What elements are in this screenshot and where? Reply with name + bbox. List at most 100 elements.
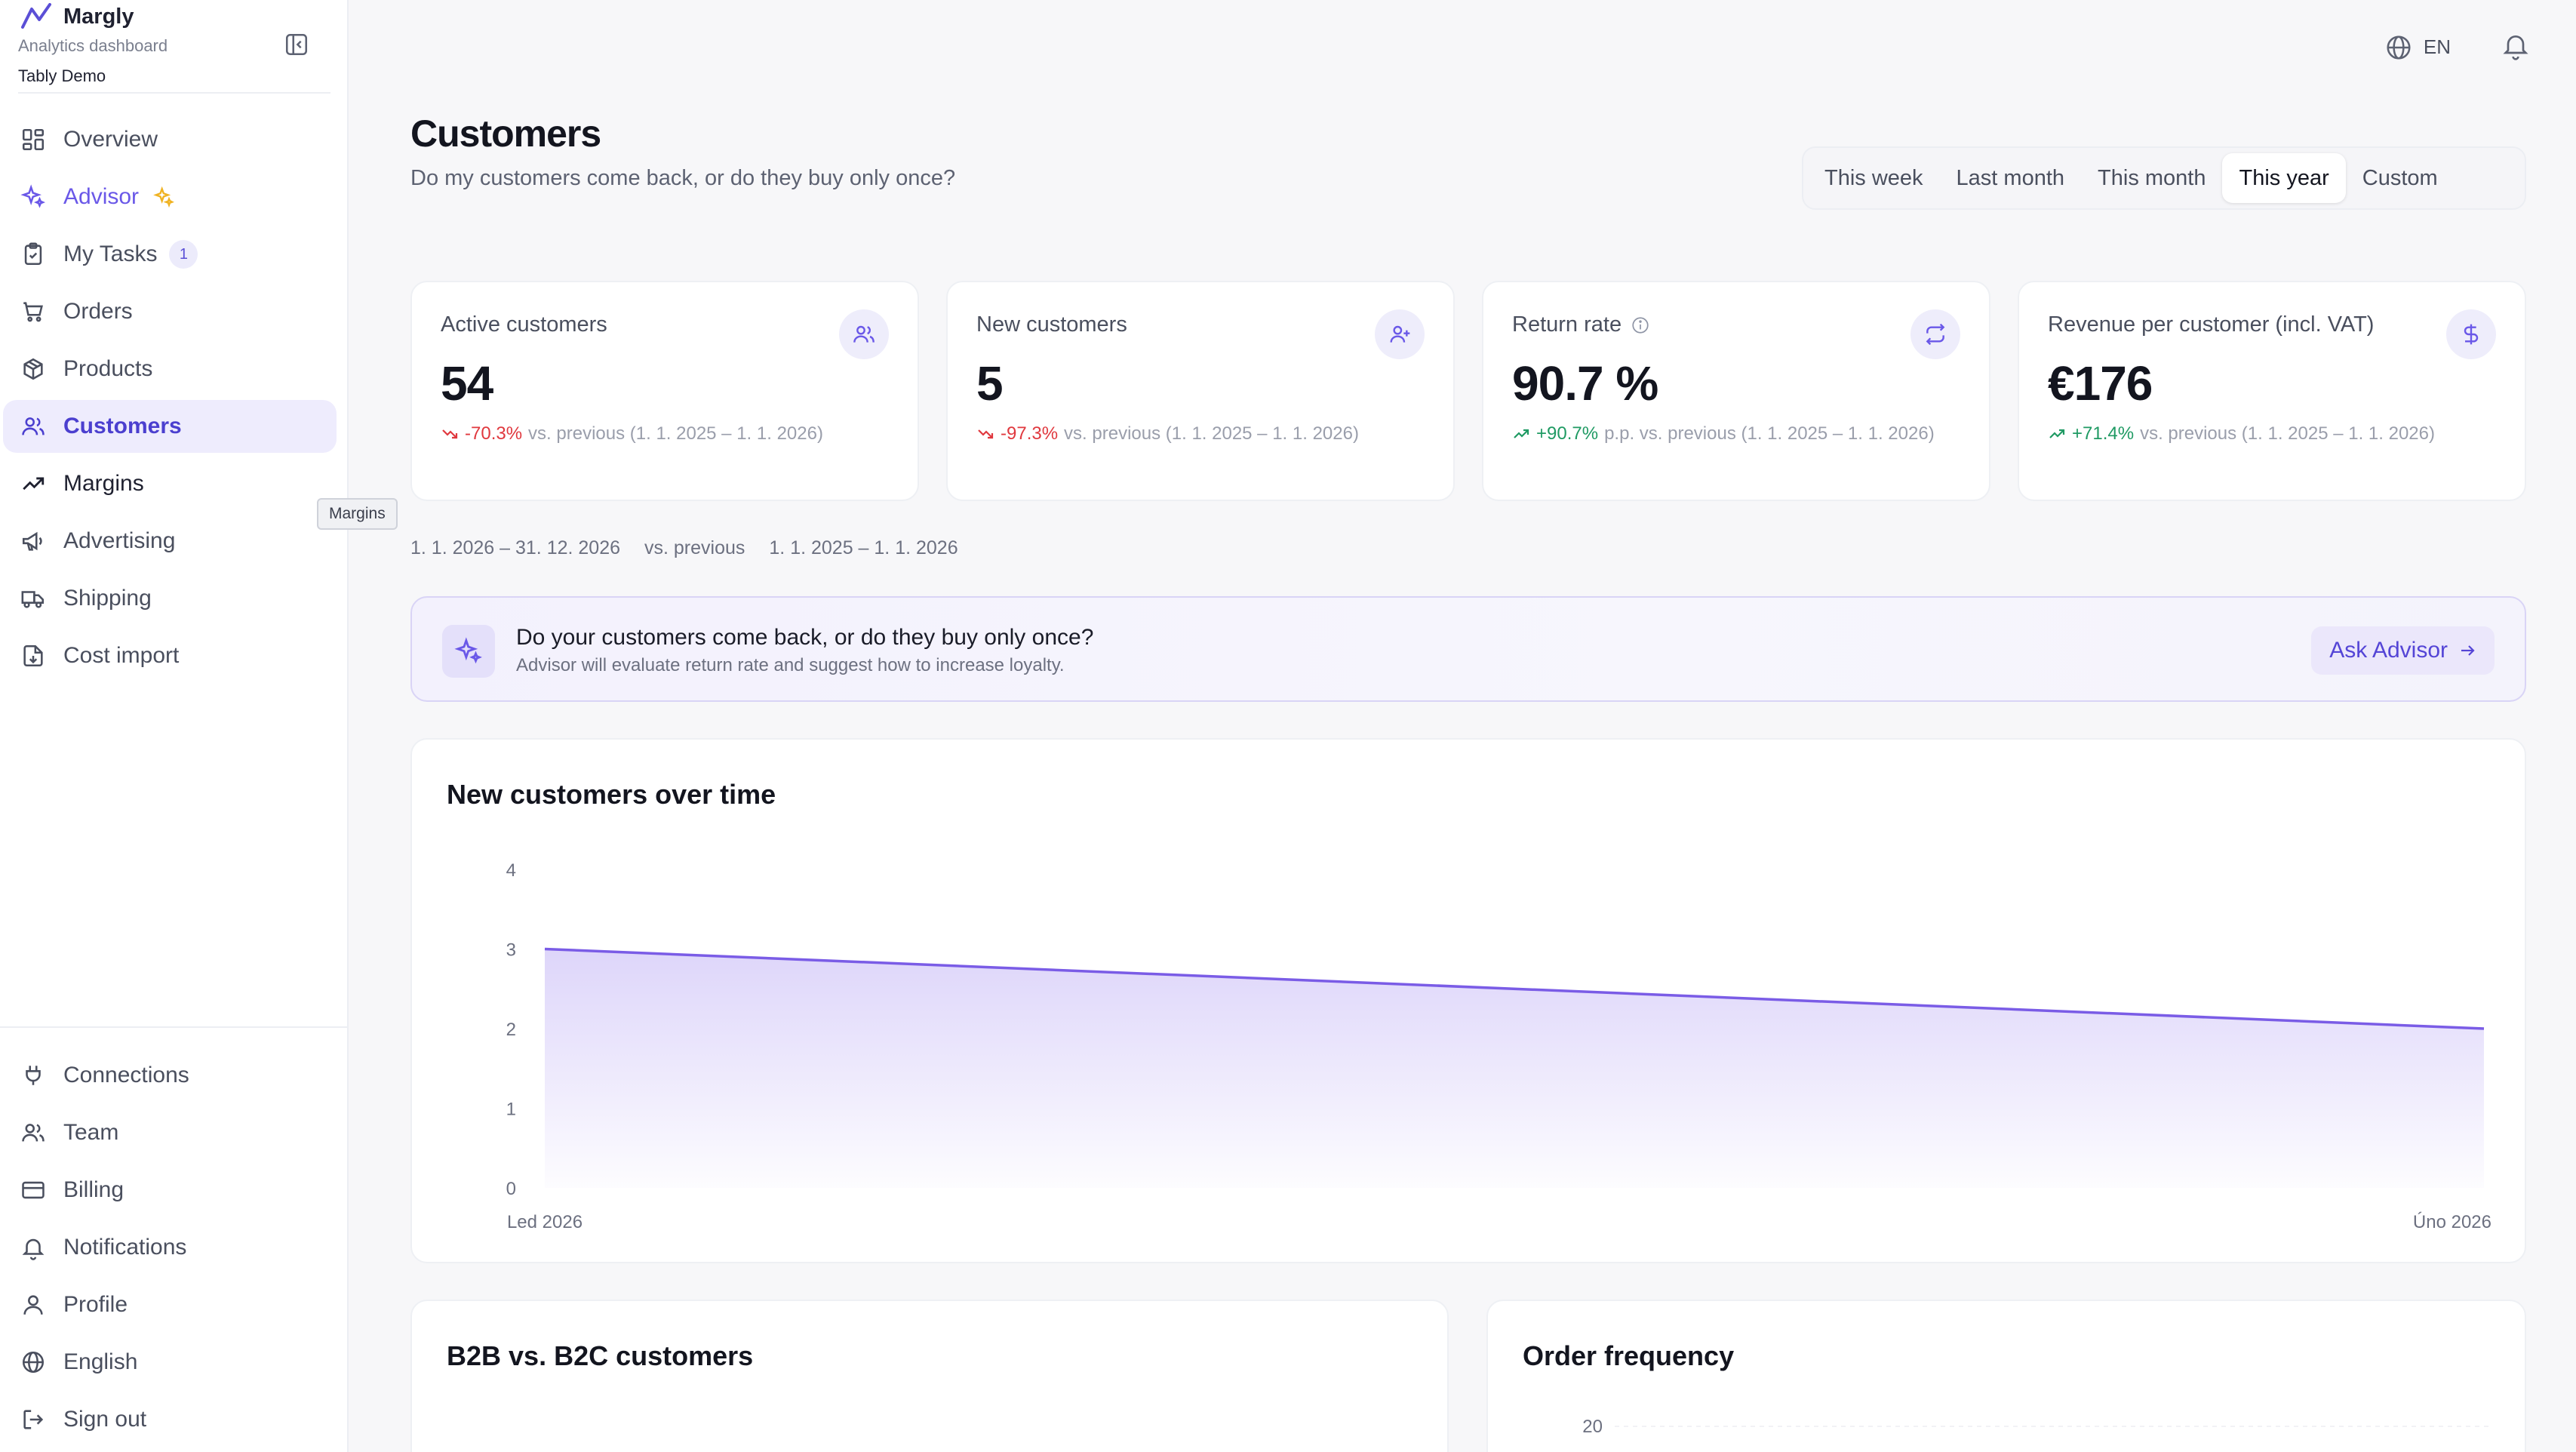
- kpi-delta: +71.4% vs. previous (1. 1. 2025 – 1. 1. …: [2048, 423, 2496, 445]
- language-switcher[interactable]: EN: [2384, 33, 2451, 62]
- range-tab-this-year[interactable]: This year: [2222, 153, 2346, 203]
- workspace-name[interactable]: Tably Demo: [18, 66, 106, 86]
- chart-title: B2B vs. B2C customers: [447, 1340, 754, 1371]
- globe-icon: [18, 1347, 48, 1377]
- app-subtitle: Analytics dashboard: [18, 36, 168, 55]
- notifications-button[interactable]: [2501, 30, 2531, 64]
- sidebar-item-billing[interactable]: Billing: [3, 1164, 337, 1217]
- new-customers-area-chart: 0 1 2 3 4 Led 2026 Úno 2026: [506, 860, 2491, 1232]
- y-tick-label: 0: [506, 1179, 516, 1199]
- kpi-delta-percent: -70.3%: [465, 423, 523, 444]
- b2b-vs-b2c-card: B2B vs. B2C customers: [410, 1300, 1449, 1452]
- range-tab-this-week[interactable]: This week: [1808, 153, 1940, 203]
- sidebar-item-label: Billing: [63, 1177, 124, 1202]
- sidebar-item-label: Orders: [63, 299, 133, 324]
- kpi-delta: +90.7% p.p. vs. previous (1. 1. 2025 – 1…: [1512, 423, 1960, 445]
- secondary-nav: Connections Team Billing Notifications P…: [0, 1044, 349, 1446]
- kpi-delta-percent: +71.4%: [2072, 423, 2135, 444]
- new-feature-sparkle-icon: [153, 186, 174, 208]
- clipboard-check-icon: [18, 239, 48, 269]
- y-tick-label: 2: [506, 1020, 516, 1040]
- app-name: Margly: [63, 5, 134, 29]
- sidebar-item-label: Cost import: [63, 643, 180, 668]
- sidebar-item-profile[interactable]: Profile: [3, 1278, 337, 1331]
- team-icon: [18, 1118, 48, 1148]
- sidebar-item-orders[interactable]: Orders: [3, 285, 337, 338]
- sidebar-item-label: Profile: [63, 1292, 128, 1317]
- sidebar-item-my-tasks[interactable]: My Tasks 1: [3, 228, 337, 281]
- cart-icon: [18, 297, 48, 327]
- kpi-card-new-customers: New customers 5 -97.3% vs. previous (1. …: [946, 281, 1455, 501]
- sidebar-item-label: Team: [63, 1120, 119, 1145]
- trending-up-icon: [18, 469, 48, 499]
- tasks-count-badge: 1: [169, 240, 198, 269]
- series-area: [545, 949, 2484, 1188]
- new-customers-chart-card: New customers over time 0 1 2 3 4 Led 2026 Úno…: [410, 738, 2526, 1263]
- sidebar-item-label: English: [63, 1349, 138, 1374]
- logo-icon: [21, 3, 51, 29]
- sidebar-item-connections[interactable]: Connections: [3, 1049, 337, 1102]
- sidebar-item-products[interactable]: Products: [3, 343, 337, 395]
- sidebar-item-label: Notifications: [63, 1235, 187, 1260]
- range-tab-this-month[interactable]: This month: [2081, 153, 2222, 203]
- sidebar-divider: [0, 1026, 349, 1028]
- trending-up-icon: [2049, 429, 2065, 438]
- order-frequency-chart: 20: [1582, 1417, 2491, 1437]
- sidebar-item-english[interactable]: English: [3, 1336, 337, 1389]
- sparkles-icon: [18, 182, 48, 212]
- sign-out-icon: [18, 1404, 48, 1435]
- dollar-icon: [2446, 309, 2496, 359]
- user-plus-icon: [1375, 309, 1425, 359]
- sidebar-item-label: Advisor: [63, 184, 140, 209]
- sidebar-item-advertising[interactable]: Advertising: [3, 515, 337, 568]
- sidebar-item-customers[interactable]: Customers: [3, 400, 337, 453]
- page-subtitle: Do my customers come back, or do they bu…: [410, 166, 956, 190]
- sparkles-icon: [442, 625, 495, 678]
- trending-down-icon: [442, 429, 458, 439]
- range-tab-last-month[interactable]: Last month: [1940, 153, 2081, 203]
- plug-icon: [18, 1060, 48, 1091]
- sidebar-item-label: Margins: [63, 471, 144, 496]
- truck-icon: [18, 583, 48, 614]
- ask-advisor-button[interactable]: Ask Advisor: [2311, 626, 2495, 675]
- info-icon[interactable]: [1631, 315, 1650, 335]
- sidebar-item-label: Advertising: [63, 528, 176, 553]
- kpi-card-revenue-per-customer: Revenue per customer (incl. VAT) €176 +7…: [2018, 281, 2526, 501]
- file-import-icon: [18, 641, 48, 671]
- grid-icon: [18, 125, 48, 155]
- sidebar-item-notifications[interactable]: Notifications: [3, 1221, 337, 1274]
- kpi-delta-suffix: vs. previous (1. 1. 2025 – 1. 1. 2026): [528, 423, 823, 444]
- users-icon: [18, 411, 48, 441]
- kpi-cards: Active customers 54 -70.3% vs. previous …: [410, 281, 2526, 501]
- date-range-tabs: This week Last month This month This yea…: [1802, 146, 2526, 210]
- sidebar-item-overview[interactable]: Overview: [3, 113, 337, 166]
- period-comparison: 1. 1. 2026 – 31. 12. 2026 vs. previous 1…: [410, 537, 958, 559]
- globe-icon: [2387, 35, 2411, 60]
- kpi-card-return-rate: Return rate 90.7 % +90.7% p.p. vs. previ…: [1482, 281, 1990, 501]
- margins-tooltip: Margins: [317, 498, 398, 530]
- box-icon: [18, 354, 48, 384]
- arrow-right-icon: [2461, 645, 2475, 656]
- sidebar-item-team[interactable]: Team: [3, 1106, 337, 1159]
- kpi-delta: -97.3% vs. previous (1. 1. 2025 – 1. 1. …: [976, 423, 1425, 445]
- order-frequency-card: Order frequency 20: [1486, 1300, 2526, 1452]
- kpi-delta-suffix: p.p. vs. previous (1. 1. 2025 – 1. 1. 20…: [1604, 423, 1935, 444]
- credit-card-icon: [18, 1175, 48, 1205]
- sidebar-item-cost-import[interactable]: Cost import: [3, 629, 337, 682]
- sidebar-item-margins[interactable]: Margins: [3, 457, 337, 510]
- trending-up-icon: [1514, 429, 1529, 438]
- sidebar-item-advisor[interactable]: Advisor: [3, 171, 337, 223]
- y-tick-label: 1: [506, 1100, 516, 1120]
- range-tab-custom[interactable]: Custom: [2346, 153, 2455, 203]
- kpi-delta-percent: -97.3%: [1001, 423, 1059, 444]
- sidebar-item-label: Sign out: [63, 1407, 147, 1432]
- kpi-value: 5: [976, 356, 1004, 411]
- sidebar-item-shipping[interactable]: Shipping: [3, 572, 337, 625]
- sidebar-item-sign-out[interactable]: Sign out: [3, 1393, 337, 1446]
- collapse-sidebar-icon[interactable]: [284, 32, 309, 57]
- topbar-actions: EN: [2384, 30, 2531, 64]
- brand-header: Margly Analytics dashboard Tably Demo: [18, 0, 330, 94]
- kpi-delta-suffix: vs. previous (1. 1. 2025 – 1. 1. 2026): [2140, 423, 2435, 444]
- y-tick-label: 4: [506, 860, 516, 881]
- kpi-label: New customers: [976, 312, 1127, 337]
